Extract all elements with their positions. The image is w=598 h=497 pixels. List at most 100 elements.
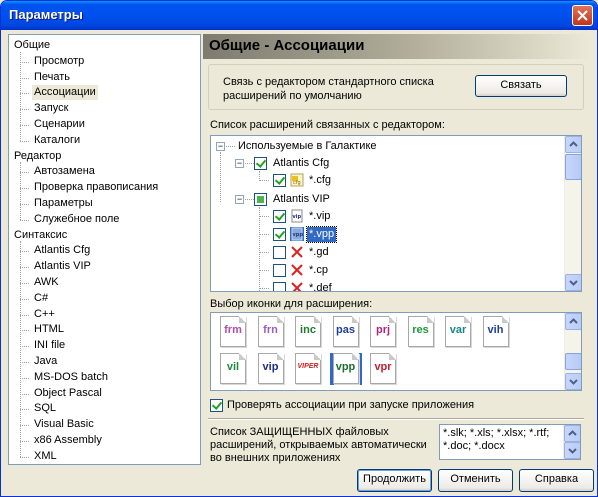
collapse-toggle[interactable]: − xyxy=(235,159,244,168)
tree-item[interactable]: Java xyxy=(32,354,59,369)
tree-item[interactable]: C++ xyxy=(32,307,57,322)
tree-line xyxy=(20,456,29,458)
settings-tree[interactable]: Общие Просмотр Печать Ассоциации Запуск Сцена… xyxy=(8,34,201,465)
ext-tree-scrollbar[interactable] xyxy=(564,136,581,291)
tree-item[interactable]: SQL xyxy=(32,401,58,416)
tree-item[interactable]: Служебное поле xyxy=(32,212,121,227)
icon-code-label: vip xyxy=(262,361,279,373)
vip-checkbox[interactable] xyxy=(273,210,286,223)
def-checkbox[interactable] xyxy=(273,282,286,291)
icon-option[interactable]: frn xyxy=(255,316,287,348)
check-assoc-checkbox[interactable] xyxy=(210,399,223,412)
tree-item[interactable]: Запуск xyxy=(32,101,70,116)
icon-option[interactable]: frm xyxy=(217,316,249,348)
tree-line xyxy=(260,270,269,271)
check-assoc-row[interactable]: Проверять ассоциации при запуске приложе… xyxy=(210,399,570,414)
link-button[interactable]: Связать xyxy=(475,75,567,97)
extension-tree[interactable]: − Используемые в Галактике − Atlantis Cf… xyxy=(210,135,582,292)
icon-option[interactable]: vih xyxy=(480,316,512,348)
icon-option[interactable]: prj xyxy=(367,316,399,348)
tree-item[interactable]: Atlantis VIP xyxy=(32,259,93,274)
scroll-down-button[interactable] xyxy=(564,442,580,459)
tree-line xyxy=(20,393,29,395)
tree-line xyxy=(20,188,29,190)
tree-item[interactable]: Object Pascal xyxy=(32,386,104,401)
arrow-down-icon xyxy=(569,379,578,385)
tree-item[interactable]: Сценарии xyxy=(32,117,87,132)
tree-item[interactable]: Visual Basic xyxy=(32,417,96,432)
collapse-toggle[interactable]: − xyxy=(216,142,225,151)
vip-ext-label: *.vip xyxy=(309,210,331,222)
tree-line xyxy=(20,109,29,111)
tree-line xyxy=(220,152,221,202)
icon-option[interactable]: VIPER xyxy=(292,353,324,385)
icon-option[interactable]: vpr xyxy=(367,353,399,385)
scroll-up-button[interactable] xyxy=(565,313,581,330)
gd-checkbox[interactable] xyxy=(273,246,286,259)
tree-item[interactable]: Каталоги xyxy=(32,133,82,148)
icon-option[interactable]: vip xyxy=(255,353,287,385)
tree-item[interactable]: Ассоциации xyxy=(32,85,98,101)
tree-line xyxy=(20,314,29,316)
tree-item[interactable]: INI file xyxy=(32,338,67,353)
icon-picker-scrollbar[interactable] xyxy=(564,313,581,390)
scroll-thumb[interactable] xyxy=(565,154,581,180)
cancel-button[interactable]: Отменить xyxy=(438,469,513,492)
atlantis-cfg-checkbox[interactable] xyxy=(254,157,267,170)
close-button[interactable] xyxy=(572,5,593,26)
tree-line xyxy=(20,425,29,427)
tree-item[interactable]: C# xyxy=(32,291,50,306)
icon-code-label: frm xyxy=(224,324,242,336)
scroll-up-button[interactable] xyxy=(565,136,581,153)
icon-option[interactable]: pas xyxy=(330,316,362,348)
tree-line xyxy=(20,125,29,126)
collapse-toggle[interactable]: − xyxy=(235,195,244,204)
link-group: Связь с редактором стандартного списка р… xyxy=(208,64,584,110)
icon-picker[interactable]: frm frn inc pas prj res var vih vil vip VIPER vpp vp… xyxy=(210,312,582,391)
vpp-ext-label[interactable]: *.vpp xyxy=(305,226,338,243)
cp-checkbox[interactable] xyxy=(273,264,286,277)
tree-group-2[interactable]: Синтаксис xyxy=(14,228,67,243)
root-label: Используемые в Галактике xyxy=(238,140,377,152)
tree-item[interactable]: XML xyxy=(32,449,59,464)
icon-option[interactable]: inc xyxy=(292,316,324,348)
arrow-down-icon xyxy=(569,280,578,286)
icon-picker-label: Выбор иконки для расширения: xyxy=(210,298,373,310)
page-title: Общие - Ассоциации xyxy=(209,37,365,54)
atlantis-vip-checkbox[interactable] xyxy=(254,193,267,206)
tree-line xyxy=(20,219,29,221)
icon-code-label: frn xyxy=(263,324,278,336)
tree-group-1[interactable]: Редактор xyxy=(14,149,61,164)
arrow-up-icon xyxy=(568,430,577,436)
tree-line xyxy=(260,288,269,289)
ok-button[interactable]: Продолжить xyxy=(357,469,432,492)
tree-item[interactable]: MS-DOS batch xyxy=(32,370,110,385)
protected-scrollbar[interactable] xyxy=(563,425,580,459)
tree-group-0[interactable]: Общие xyxy=(14,38,50,53)
help-button[interactable]: Справка xyxy=(519,469,594,492)
tree-item[interactable]: AWK xyxy=(32,275,61,290)
icon-option[interactable]: var xyxy=(442,316,474,348)
tree-item[interactable]: Просмотр xyxy=(32,54,86,69)
icon-code-label: pas xyxy=(336,324,355,336)
cfg-file-icon: cfg xyxy=(290,173,304,187)
tree-item[interactable]: Проверка правописания xyxy=(32,180,160,195)
icon-option[interactable]: vil xyxy=(217,353,249,385)
tree-item[interactable]: x86 Assembly xyxy=(32,433,104,448)
tree-line xyxy=(260,252,269,253)
protected-ext-field[interactable]: *.slk; *.xls; *.xlsx; *.rtf; *.doc; *.do… xyxy=(439,424,581,460)
tree-item[interactable]: Параметры xyxy=(32,196,95,211)
scroll-down-button[interactable] xyxy=(565,373,581,390)
scroll-up-button[interactable] xyxy=(564,425,580,442)
scroll-thumb[interactable] xyxy=(565,353,581,370)
tree-item[interactable]: Atlantis Cfg xyxy=(32,243,92,258)
tree-line xyxy=(20,283,29,284)
icon-option[interactable]: vpp xyxy=(329,353,362,385)
vpp-checkbox[interactable] xyxy=(273,228,286,241)
scroll-down-button[interactable] xyxy=(565,274,581,291)
tree-item[interactable]: Автозамена xyxy=(32,164,97,179)
tree-item[interactable]: HTML xyxy=(32,322,66,337)
tree-item[interactable]: Печать xyxy=(32,70,72,85)
cfg-checkbox[interactable] xyxy=(273,174,286,187)
icon-option[interactable]: res xyxy=(405,316,437,348)
